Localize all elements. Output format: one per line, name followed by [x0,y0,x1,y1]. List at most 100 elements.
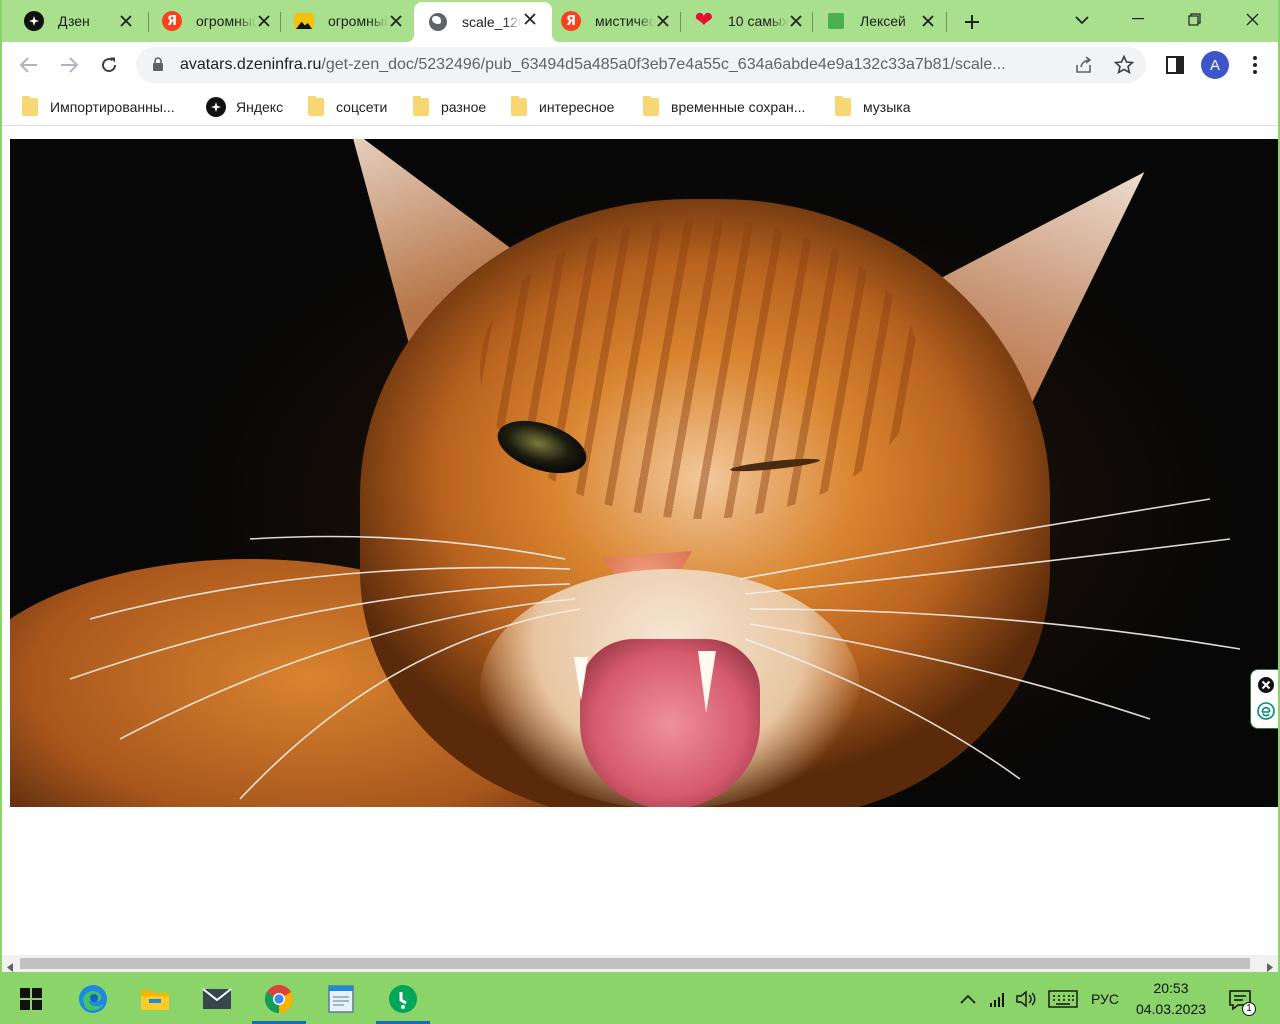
lock-icon[interactable] [152,57,164,75]
restore-icon [1187,12,1201,26]
chrome-icon [265,985,293,1013]
tray-clock[interactable]: 20:53 04.03.2023 [1124,978,1218,1020]
back-button[interactable] [13,49,45,81]
tab-dzen[interactable]: Дзен [10,4,148,38]
profile-avatar[interactable]: A [1201,51,1229,79]
bookmark-label: временные сохран... [671,99,806,115]
forward-button[interactable] [53,49,85,81]
bookmark-yandex[interactable]: Яндекс [206,96,283,118]
scrollbar-thumb[interactable] [20,958,1250,969]
yandex-icon: Я [561,11,581,31]
windows-start-icon [20,988,42,1010]
new-tab-button[interactable] [958,8,986,36]
windows-taskbar: РУС 20:53 04.03.2023 1 [0,974,1280,1024]
keyboard-icon [1048,990,1078,1008]
bookmark-misc[interactable]: разное [413,96,486,118]
chevron-down-icon [1075,16,1089,25]
folder-icon [413,96,429,116]
bookmarks-bar: Импортированны... Яндекс соцсети разное … [2,88,1278,126]
arrow-left-icon [20,57,37,73]
bookmark-label: Импортированны... [50,99,175,115]
bookmark-star-icon[interactable] [1113,54,1135,78]
notification-count-badge: 1 [1242,1002,1256,1016]
tab-separator [946,12,947,32]
url-host: avatars.dzeninfra.ru [180,56,322,73]
bookmark-socials[interactable]: соцсети [308,96,387,118]
bookmark-imported[interactable]: Импортированны... [22,96,175,118]
side-panel-icon [1166,56,1184,74]
tab-yandex-2[interactable]: Я мистические [547,4,685,38]
taskbar-chrome[interactable] [248,974,310,1024]
tab-title: 10 самых [728,13,788,29]
bookmark-label: музыка [863,99,911,115]
horizontal-scrollbar[interactable] [2,955,1278,972]
action-center-button[interactable]: 1 [1226,986,1256,1016]
url-path: /get-zen_doc/5232496/pub_63494d5a485a0f3… [321,56,1006,73]
navigation-toolbar: avatars.dzeninfra.ru/get-zen_doc/5232496… [2,42,1278,88]
share-icon[interactable] [1074,55,1094,78]
browser-menu-button[interactable] [1239,49,1271,81]
tray-language[interactable]: РУС [1086,988,1124,1010]
reload-button[interactable] [93,49,125,81]
bookmark-temporary[interactable]: временные сохран... [643,96,805,118]
close-icon[interactable] [388,13,404,29]
restore-button[interactable] [1166,0,1222,38]
close-icon[interactable] [522,11,538,27]
tab-yandex-1[interactable]: Я огромный [148,4,286,38]
dzen-icon [24,11,44,31]
browser-window: Дзен Я огромный огромный scale_1200 Я ми… [0,0,1280,974]
evernote-e-icon[interactable] [1257,702,1275,723]
url-text[interactable]: avatars.dzeninfra.ru/get-zen_doc/5232496… [180,56,1068,74]
start-button[interactable] [0,974,62,1024]
scroll-left-arrow-icon[interactable] [7,959,13,972]
tab-top-ten[interactable]: ❤ 10 самых [680,4,818,38]
page-content [2,127,1278,957]
tab-search-button[interactable] [1068,6,1096,34]
tab-title: Лексей [860,13,906,29]
taskbar-file-explorer[interactable] [124,974,186,1024]
arrow-right-icon [61,57,78,73]
minimize-button[interactable] [1110,0,1166,38]
minimize-icon [1132,18,1144,20]
folder-icon [308,96,324,116]
taskbar-evernote-app[interactable] [372,974,434,1024]
taskbar-mail[interactable] [186,974,248,1024]
tray-volume[interactable] [1014,988,1040,1010]
folder-icon [511,96,527,116]
close-icon[interactable] [655,13,671,29]
close-icon [1246,13,1258,25]
taskbar-notepad-app[interactable] [310,974,372,1024]
bookmark-label: соцсети [336,99,388,115]
green-square-icon [826,11,846,31]
close-window-button[interactable] [1224,0,1278,38]
side-widget [1250,669,1278,729]
bookmark-music[interactable]: музыка [835,96,910,118]
folder-icon [643,96,659,116]
network-signal-icon [990,993,1004,1007]
plus-icon [965,15,979,29]
scroll-right-arrow-icon[interactable] [1267,959,1273,972]
bookmark-interesting[interactable]: интересное [511,96,614,118]
bookmark-label: Яндекс [236,99,284,115]
image-icon [294,11,314,31]
folder-icon [22,96,38,116]
taskbar-edge[interactable] [62,974,124,1024]
cat-photo[interactable] [10,139,1278,807]
address-bar[interactable]: avatars.dzeninfra.ru/get-zen_doc/5232496… [136,47,1146,83]
close-icon[interactable] [920,13,936,29]
tab-leksey[interactable]: Лексей [812,4,950,38]
tray-network[interactable] [986,988,1010,1010]
tab-scale-image[interactable]: scale_1200 [406,2,560,42]
tray-keyboard[interactable] [1044,988,1082,1010]
tray-expand-button[interactable] [956,988,980,1010]
close-icon[interactable] [256,13,272,29]
tab-image-search[interactable]: огромный [280,4,418,38]
close-icon[interactable] [118,13,134,29]
clock-date: 04.03.2023 [1135,1001,1207,1017]
tab-title: огромный [328,13,388,29]
bookmark-label: разное [441,99,487,115]
close-icon[interactable] [788,13,804,29]
clock-time: 20:53 [1153,980,1189,996]
side-panel-button[interactable] [1159,49,1191,81]
close-circle-icon[interactable] [1257,676,1275,697]
